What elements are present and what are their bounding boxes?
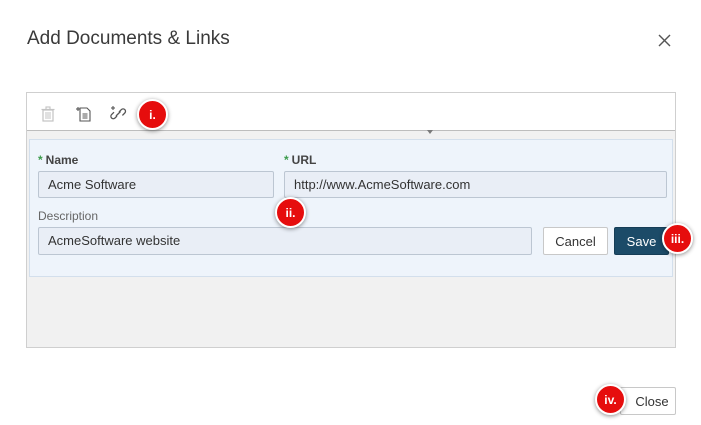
url-label: * URL	[284, 153, 317, 167]
description-label: Description	[38, 209, 99, 223]
required-mark: *	[38, 153, 43, 167]
column-sort-caret-icon	[427, 130, 433, 134]
url-input[interactable]: http://www.AcmeSoftware.com	[284, 171, 667, 198]
name-label: * Name	[38, 153, 79, 167]
close-button[interactable]: Close	[620, 387, 676, 415]
save-button[interactable]: Save	[614, 227, 669, 255]
callout-marker-4: iv.	[595, 384, 626, 415]
documents-toolbar	[27, 93, 675, 131]
callout-marker-2: ii.	[275, 197, 306, 228]
name-input[interactable]: Acme Software	[38, 171, 274, 198]
close-icon[interactable]	[654, 30, 676, 52]
trash-icon[interactable]	[35, 101, 61, 127]
cancel-button[interactable]: Cancel	[543, 227, 608, 255]
add-document-icon[interactable]	[71, 101, 97, 127]
documents-panel: * Name Acme Software * URL http://www.Acme…	[26, 92, 676, 348]
callout-marker-1: i.	[137, 99, 168, 130]
dialog-title: Add Documents & Links	[27, 28, 230, 49]
add-link-icon[interactable]	[106, 101, 132, 127]
required-mark: *	[284, 153, 289, 167]
description-input[interactable]: AcmeSoftware website	[38, 227, 532, 255]
add-documents-dialog: Add Documents & Links * Name Acme Softwa…	[0, 0, 701, 425]
callout-marker-3: iii.	[662, 223, 693, 254]
document-edit-form: * Name Acme Software * URL http://www.Acme…	[29, 139, 673, 277]
